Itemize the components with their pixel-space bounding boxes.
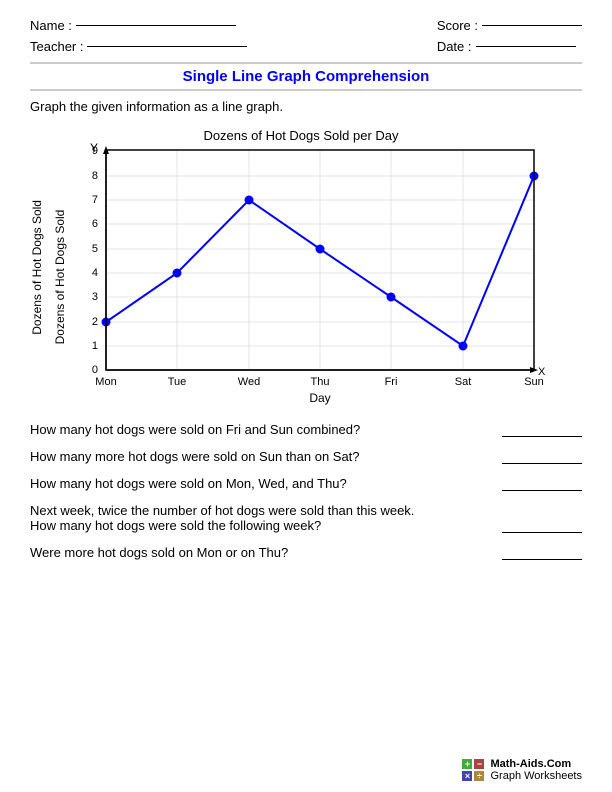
date-line bbox=[476, 46, 576, 47]
header-left: Name : Teacher : bbox=[30, 18, 247, 54]
question-5-row: Were more hot dogs sold on Mon or on Thu… bbox=[30, 545, 582, 560]
logo-cell-orange: ÷ bbox=[474, 771, 484, 781]
footer-site: Math-Aids.Com bbox=[490, 758, 582, 770]
teacher-label: Teacher : bbox=[30, 39, 83, 54]
chart-title: Dozens of Hot Dogs Sold per Day bbox=[203, 128, 399, 143]
svg-text:4: 4 bbox=[92, 267, 98, 279]
svg-text:Thu: Thu bbox=[311, 376, 330, 388]
y-axis-label: Dozens of Hot Dogs Sold bbox=[30, 200, 44, 335]
logo-cell-blue: × bbox=[462, 771, 472, 781]
svg-text:Mon: Mon bbox=[95, 376, 116, 388]
svg-text:Dozens of Hot Dogs Sold: Dozens of Hot Dogs Sold bbox=[53, 210, 67, 345]
answer-1-line bbox=[502, 436, 582, 437]
line-chart: Dozens of Hot Dogs Sold per Day Dozens o… bbox=[46, 122, 556, 412]
date-field: Date : bbox=[437, 39, 582, 54]
svg-text:5: 5 bbox=[92, 243, 98, 255]
header-right: Score : Date : bbox=[437, 18, 582, 54]
answer-4-line bbox=[502, 532, 582, 533]
question-4-text: Next week, twice the number of hot dogs … bbox=[30, 503, 492, 533]
svg-text:1: 1 bbox=[92, 340, 98, 352]
logo-cell-green: + bbox=[462, 759, 472, 769]
svg-text:Day: Day bbox=[309, 391, 330, 405]
svg-text:Sat: Sat bbox=[455, 376, 472, 388]
graph-container: Dozens of Hot Dogs Sold Dozens of Hot Do… bbox=[30, 122, 582, 412]
svg-text:9: 9 bbox=[92, 145, 98, 157]
section-title: Single Line Graph Comprehension bbox=[30, 62, 582, 91]
question-1-row: How many hot dogs were sold on Fri and S… bbox=[30, 422, 582, 437]
answer-5-line bbox=[502, 559, 582, 560]
graph-area: Dozens of Hot Dogs Sold per Day Dozens o… bbox=[46, 122, 582, 412]
score-line bbox=[482, 25, 582, 26]
question-5-text: Were more hot dogs sold on Mon or on Thu… bbox=[30, 545, 492, 560]
score-field: Score : bbox=[437, 18, 582, 33]
svg-text:2: 2 bbox=[92, 316, 98, 328]
svg-text:7: 7 bbox=[92, 194, 98, 206]
svg-text:6: 6 bbox=[92, 218, 98, 230]
footer-logo: + − × ÷ bbox=[462, 759, 484, 781]
teacher-field: Teacher : bbox=[30, 39, 247, 54]
name-label: Name : bbox=[30, 18, 72, 33]
svg-text:Wed: Wed bbox=[238, 376, 260, 388]
svg-text:8: 8 bbox=[92, 170, 98, 182]
svg-text:Tue: Tue bbox=[168, 376, 187, 388]
footer: + − × ÷ Math-Aids.Com Graph Worksheets bbox=[462, 758, 582, 782]
header: Name : Teacher : Score : Date : bbox=[30, 18, 582, 54]
name-field: Name : bbox=[30, 18, 247, 33]
logo-cell-red: − bbox=[474, 759, 484, 769]
name-line bbox=[76, 25, 236, 26]
questions: How many hot dogs were sold on Fri and S… bbox=[30, 422, 582, 560]
svg-text:Fri: Fri bbox=[385, 376, 398, 388]
teacher-line bbox=[87, 46, 247, 47]
logo-top-row: + − bbox=[462, 759, 484, 769]
question-4-row: Next week, twice the number of hot dogs … bbox=[30, 503, 582, 533]
footer-text: Math-Aids.Com Graph Worksheets bbox=[490, 758, 582, 782]
question-2-row: How many more hot dogs were sold on Sun … bbox=[30, 449, 582, 464]
date-label: Date : bbox=[437, 39, 472, 54]
question-2-text: How many more hot dogs were sold on Sun … bbox=[30, 449, 492, 464]
question-3-text: How many hot dogs were sold on Mon, Wed,… bbox=[30, 476, 492, 491]
svg-text:3: 3 bbox=[92, 291, 98, 303]
answer-2-line bbox=[502, 463, 582, 464]
logo-bottom-row: × ÷ bbox=[462, 771, 484, 781]
question-1-text: How many hot dogs were sold on Fri and S… bbox=[30, 422, 492, 437]
score-label: Score : bbox=[437, 18, 478, 33]
svg-text:0: 0 bbox=[92, 364, 98, 376]
footer-subtitle: Graph Worksheets bbox=[490, 770, 582, 782]
instruction: Graph the given information as a line gr… bbox=[30, 99, 582, 114]
answer-3-line bbox=[502, 490, 582, 491]
svg-text:Sun: Sun bbox=[524, 376, 544, 388]
question-3-row: How many hot dogs were sold on Mon, Wed,… bbox=[30, 476, 582, 491]
